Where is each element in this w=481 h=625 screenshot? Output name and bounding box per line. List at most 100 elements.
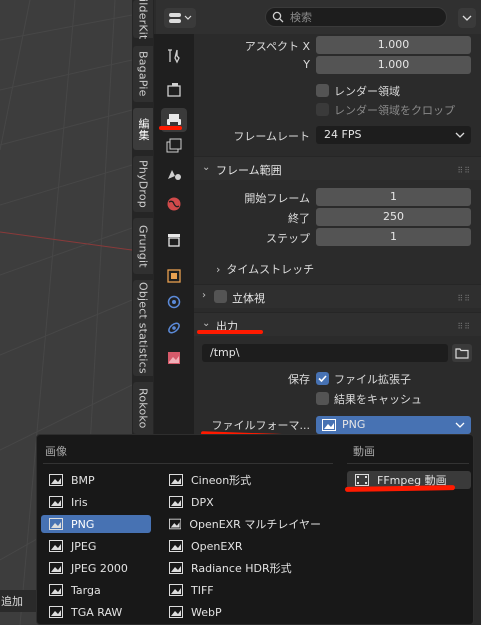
tab-collection[interactable] — [161, 228, 187, 252]
image-icon — [169, 540, 183, 552]
end-frame-row: 終了 250 — [194, 208, 481, 228]
start-frame-label: 開始フレーム — [244, 192, 310, 205]
menu-item-label: WebP — [191, 605, 222, 619]
image-icon — [169, 518, 182, 530]
sidebar-tab-bagapie[interactable]: BagaPie — [133, 46, 153, 102]
texture-image-icon — [168, 352, 180, 364]
menu-item-col2-2[interactable]: OpenEXR マルチレイヤー — [161, 515, 321, 533]
tab-scene[interactable] — [161, 162, 187, 186]
sidebar-tab-builderkit[interactable]: ilderKit — [133, 0, 153, 39]
tab-tool[interactable] — [161, 44, 187, 68]
chevron-down-icon — [455, 422, 465, 428]
chevron-down-icon — [455, 132, 465, 138]
crop-region-label: レンダー領域をクロップ — [334, 104, 455, 117]
end-frame-field[interactable]: 250 — [316, 208, 471, 226]
render-region-checkbox[interactable] — [316, 84, 329, 97]
stereoscopy-title: 立体視 — [232, 292, 265, 305]
search-field[interactable] — [265, 7, 447, 27]
sidebar-tab-rokoko[interactable]: Rokoko — [133, 382, 153, 434]
tab-view-layer[interactable] — [161, 134, 187, 158]
menu-item-label: OpenEXR マルチレイヤー — [189, 518, 321, 531]
frame-rate-value: 24 FPS — [324, 128, 362, 141]
menu-item-label: Radiance HDR形式 — [191, 562, 292, 575]
tab-render[interactable] — [161, 78, 187, 102]
menu-item-col1-3[interactable]: JPEG — [41, 537, 151, 555]
output-path-field[interactable]: /tmp\ — [202, 344, 448, 362]
aspect-y-field[interactable]: 1.000 — [316, 56, 471, 74]
drag-grip-icon[interactable]: ⠿⠿ — [457, 166, 471, 175]
menu-item-col2-5[interactable]: TIFF — [161, 581, 321, 599]
search-icon — [272, 11, 284, 23]
collection-box-icon — [168, 234, 180, 247]
menu-item-col2-1[interactable]: DPX — [161, 493, 321, 511]
menu-item-col1-6[interactable]: TGA RAW — [41, 603, 151, 621]
frame-range-title: フレーム範囲 — [216, 164, 282, 177]
tab-constraints[interactable] — [161, 316, 187, 340]
menu-item-col1-4[interactable]: JPEG 2000 — [41, 559, 151, 577]
aspect-x-field[interactable]: 1.000 — [316, 36, 471, 54]
menu-item-col2-3[interactable]: OpenEXR — [161, 537, 321, 555]
menu-item-col1-0[interactable]: BMP — [41, 471, 151, 489]
image-icon — [169, 562, 183, 574]
film-icon — [355, 474, 369, 486]
menu-item-col1-2[interactable]: PNG — [41, 515, 151, 533]
crop-region-checkbox[interactable] — [316, 103, 329, 116]
sidebar-tab-phydrop[interactable]: PhyDrop — [133, 156, 153, 212]
drag-grip-icon[interactable]: ⠿⠿ — [457, 322, 471, 331]
tab-physics[interactable] — [161, 290, 187, 314]
tab-texture[interactable] — [161, 346, 187, 370]
cache-result-label: 結果をキャッシュ — [334, 393, 422, 406]
frame-rate-row: フレームレート 24 FPS — [194, 126, 481, 146]
image-icon — [322, 419, 336, 431]
frame-step-field[interactable]: 1 — [316, 228, 471, 246]
menu-item-label: TIFF — [191, 583, 214, 597]
sidebar-tab-object-statistics[interactable]: Object statistics — [133, 280, 153, 376]
aspect-y-label: Y — [303, 58, 310, 71]
drag-grip-icon[interactable]: ⠿⠿ — [457, 294, 471, 303]
stereoscopy-header[interactable]: › 立体視 ⠿⠿ — [194, 284, 481, 308]
sidebar-tab-edit[interactable]: 編集 — [133, 108, 153, 150]
menu-item-label: OpenEXR — [191, 539, 243, 553]
start-frame-field[interactable]: 1 — [316, 188, 471, 206]
image-column-header: 画像 — [45, 445, 67, 458]
properties-tabs — [154, 34, 194, 444]
menu-divider — [347, 463, 469, 464]
menu-item-col2-4[interactable]: Radiance HDR形式 — [161, 559, 321, 577]
frame-step-row: ステップ 1 — [194, 228, 481, 248]
menu-item-label: DPX — [191, 495, 214, 509]
file-format-dropdown[interactable]: PNG — [316, 416, 471, 434]
physics-orbit-icon — [167, 295, 181, 309]
time-stretch-subpanel[interactable]: › タイムストレッチ — [216, 261, 314, 277]
options-dropdown[interactable] — [458, 8, 476, 28]
frame-rate-label: フレームレート — [233, 130, 310, 143]
tab-object[interactable] — [161, 264, 187, 288]
object-square-icon — [167, 269, 181, 283]
image-icon — [169, 496, 183, 508]
add-menu-button[interactable]: 追加 — [0, 590, 40, 612]
editor-type-dropdown[interactable] — [164, 8, 196, 28]
search-input[interactable] — [290, 10, 430, 24]
render-region-label: レンダー領域 — [334, 85, 400, 98]
file-format-label: ファイルフォーマ... — [211, 419, 311, 432]
image-icon — [49, 606, 63, 618]
cache-result-checkbox[interactable] — [316, 392, 329, 405]
chevron-down-icon: ⌄ — [202, 162, 211, 173]
tab-world[interactable] — [161, 192, 187, 216]
stereoscopy-checkbox[interactable] — [214, 290, 227, 303]
image-icon — [49, 496, 63, 508]
menu-item-col2-6[interactable]: WebP — [161, 603, 321, 621]
frame-rate-dropdown[interactable]: 24 FPS — [316, 126, 471, 144]
menu-item-col1-5[interactable]: Targa — [41, 581, 151, 599]
menu-item-label: JPEG — [71, 539, 97, 553]
annotation-underline-output-tab — [159, 126, 182, 130]
properties-header — [156, 0, 481, 34]
menu-item-col1-1[interactable]: Iris — [41, 493, 151, 511]
sidebar-tab-grungit[interactable]: Grungit — [133, 218, 153, 274]
save-label: 保存 — [288, 373, 310, 386]
menu-item-label: Targa — [71, 583, 101, 597]
frame-range-header[interactable]: ⌄ フレーム範囲 ⠿⠿ — [194, 156, 481, 180]
menu-item-label: Cineon形式 — [191, 474, 252, 487]
file-extension-checkbox[interactable] — [316, 372, 329, 385]
menu-item-col2-0[interactable]: Cineon形式 — [161, 471, 321, 489]
browse-folder-button[interactable] — [452, 344, 472, 362]
